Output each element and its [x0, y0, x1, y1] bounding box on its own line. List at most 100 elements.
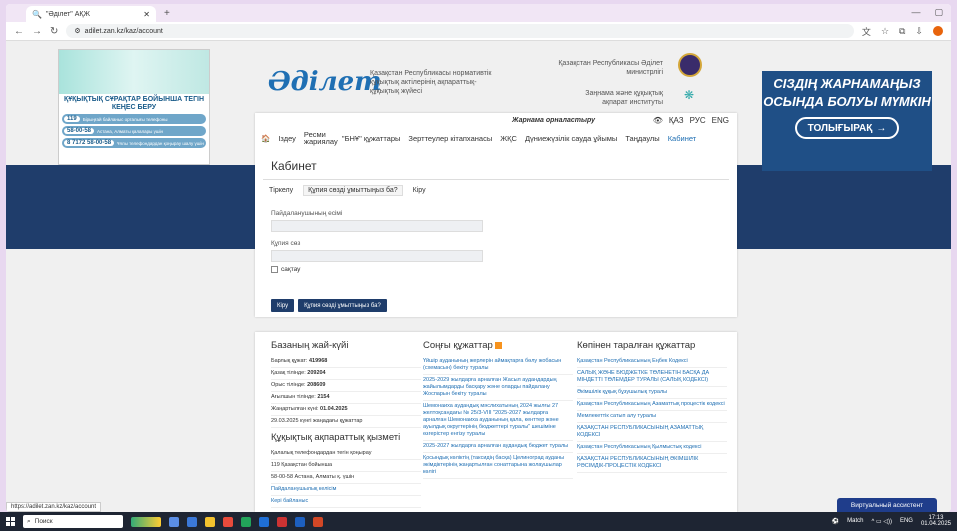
extensions-icon[interactable]: ⧉: [899, 26, 905, 37]
folder-icon[interactable]: [205, 516, 215, 527]
browser-tab[interactable]: 🔍 "Әділет" АҚЖ ✕: [26, 6, 156, 22]
match-icon[interactable]: ⚽: [832, 518, 839, 525]
more-button[interactable]: ТОЛЫҒЫРАҚ →: [795, 117, 899, 139]
taskbar: ⌕ Поиск ⚽ Match ^ ▭ ◁)) ENG 17:13 01.04.20…: [0, 512, 957, 531]
home-icon[interactable]: 🏠: [261, 134, 270, 143]
right-advertisement[interactable]: СІЗДІҢ ЖАРНАМАҢЫЗ ОСЫНДА БОЛУЫ МҮМКІН ТО…: [762, 71, 932, 171]
popular-title: Көпінен таралған құжаттар: [577, 340, 696, 351]
popular-docs-column: Көпінен таралған құжаттар Қазақстан Респ…: [577, 340, 727, 473]
ad-phone: 8 7172 58-00-58: [64, 140, 115, 146]
stat-line: Ағылшын тілінде: 2154: [271, 392, 421, 404]
app-icon[interactable]: [223, 516, 233, 527]
username-input[interactable]: [271, 220, 483, 232]
remember-checkbox[interactable]: сақтау: [271, 266, 300, 273]
doc-link[interactable]: Мемлекеттік сатып алу туралы: [577, 411, 727, 423]
doc-link[interactable]: САЛЫҚ ЖӘНЕ БЮДЖЕТКЕ ТӨЛЕНЕТІН БАСҚА ДА М…: [577, 368, 727, 387]
lang-kz[interactable]: ҚАЗ: [669, 116, 684, 125]
browser-window: 🔍 "Әділет" АҚЖ ✕ + — ▢ ← → ↻ ⚙ adilet.zan…: [6, 4, 951, 512]
doc-link[interactable]: Қосындық көліктің (таксидің басқа) Целин…: [423, 453, 573, 479]
translate-icon[interactable]: 文: [862, 25, 871, 38]
app-icon[interactable]: [259, 516, 269, 527]
input-language[interactable]: ENG: [900, 518, 913, 524]
eye-icon[interactable]: 👁: [653, 116, 663, 125]
login-button[interactable]: Кіру: [271, 299, 295, 312]
doc-link[interactable]: Әкімшілік құқық бұзушылық туралы: [577, 387, 727, 399]
new-tab-button[interactable]: +: [164, 8, 170, 19]
tray-icons[interactable]: ^ ▭ ◁)): [872, 518, 892, 525]
menu-library[interactable]: Зерттеулер кітапханасы: [408, 134, 492, 143]
site-logo[interactable]: Әділет: [268, 67, 382, 97]
profile-avatar[interactable]: [933, 26, 943, 36]
menu-cabinet[interactable]: Кабинет: [668, 134, 697, 143]
menu-zhks[interactable]: ЖҚС: [500, 134, 517, 143]
virtual-assistant-button[interactable]: Виртуальный ассистент: [837, 498, 937, 512]
doc-link[interactable]: Шемонаиха аудандық мәслихатының 2024 жыл…: [423, 401, 573, 441]
menu-bnu[interactable]: "БНҰ" құжаттары: [342, 134, 401, 143]
db-state-title: Базаның жай-күйі: [271, 340, 349, 351]
reload-icon[interactable]: ↻: [50, 26, 58, 37]
menu-search[interactable]: Іздеу: [278, 134, 296, 143]
doc-link[interactable]: ҚАЗАҚСТАН РЕСПУБЛИКАСЫНЫҢ АЗАМАТТЫҚ КОДЕ…: [577, 423, 727, 442]
url-bar[interactable]: ⚙ adilet.zan.kz/kaz/account: [66, 24, 854, 38]
close-icon[interactable]: ✕: [143, 10, 150, 19]
agreement-link[interactable]: Пайдаланушылық келісім: [271, 484, 421, 496]
forward-icon[interactable]: →: [32, 26, 42, 37]
password-label: Құпия сөз: [271, 240, 301, 247]
site-info-icon[interactable]: ⚙: [74, 27, 80, 35]
restore-icon[interactable]: ▢: [934, 7, 943, 18]
ad-phone-text: Бірыңғай байланыс орталығы телефоны: [82, 116, 168, 122]
password-input[interactable]: [271, 250, 483, 262]
checkbox-box[interactable]: [271, 266, 278, 273]
windows-start-icon[interactable]: [6, 517, 15, 526]
doc-link[interactable]: 2025-2029 жылдарға арналған Жасыл ауданд…: [423, 375, 573, 401]
cabinet-card: Жарнама орналастыру 👁 ҚАЗ РУС ENG 🏠 Ізде…: [255, 113, 737, 317]
arrow-right-icon: →: [876, 122, 887, 134]
downloads-icon[interactable]: ⇩: [915, 26, 923, 37]
word-icon[interactable]: [295, 516, 305, 527]
app-icon[interactable]: [187, 516, 197, 527]
task-view-icon[interactable]: [169, 516, 179, 527]
feedback-link[interactable]: Кері байланыс: [271, 496, 421, 508]
clock[interactable]: 17:13 01.04.2025: [921, 515, 951, 527]
address-bar-row: ← → ↻ ⚙ adilet.zan.kz/kaz/account 文 ☆ ⧉ …: [6, 22, 951, 41]
search-icon: ⌕: [27, 517, 31, 525]
tab-login[interactable]: Кіру: [413, 187, 426, 196]
minimize-icon[interactable]: —: [911, 7, 920, 18]
forgot-password-button[interactable]: Құпия сөзді ұмыттыңыз ба?: [298, 299, 387, 312]
page-title: Кабинет: [271, 159, 317, 173]
back-icon[interactable]: ←: [14, 26, 24, 37]
new-docs-link[interactable]: 29.03.2025 күнгі жаңадағы құжаттар: [271, 416, 421, 428]
ad-phone-text: Ұялы телефондардан қоңырау шалу үшін: [117, 140, 204, 146]
search-icon: 🔍: [32, 9, 42, 19]
tab-forgot[interactable]: Құпия сөзді ұмыттыңыз ба?: [303, 185, 403, 196]
service-line: 119 Қазақстан бойынша: [271, 460, 421, 472]
menu-wto[interactable]: Дүниежүзілік сауда ұйымы: [525, 134, 617, 143]
ad-phone-text: Астана, Алматы қалалары үшін: [97, 128, 164, 134]
app-icon[interactable]: [313, 516, 323, 527]
advert-link[interactable]: Жарнама орналастыру: [512, 117, 595, 124]
star-icon[interactable]: ☆: [881, 26, 889, 37]
doc-link[interactable]: Қазақстан Республикасының Еңбек Кодексі: [577, 356, 727, 368]
lang-en[interactable]: ENG: [712, 116, 729, 125]
taskbar-search[interactable]: ⌕ Поиск: [23, 515, 123, 528]
latest-title: Соңғы құжаттар: [423, 340, 573, 351]
language-switch: 👁 ҚАЗ РУС ENG: [653, 116, 729, 125]
left-advertisement[interactable]: ҚҰҚЫҚТЫҚ СҰРАҚТАР БОЙЫНША ТЕГІН КЕҢЕС БЕ…: [58, 49, 210, 165]
doc-link[interactable]: Үйшір ауданының жерлерін аймақтарға бөлу…: [423, 356, 573, 375]
ad-title: ҚҰҚЫҚТЫҚ СҰРАҚТАР БОЙЫНША ТЕГІН КЕҢЕС БЕ…: [63, 96, 205, 111]
doc-link[interactable]: 2025-2027 жылдарға арналған аудандық бюд…: [423, 441, 573, 453]
menu-official[interactable]: Ресми жариялау: [304, 131, 338, 146]
doc-link[interactable]: Қазақстан Республикасының Қылмыстық коде…: [577, 442, 727, 454]
service-title: Құқықтық ақпараттық қызметі: [271, 432, 401, 443]
stat-line: Орыс тілінде: 208609: [271, 380, 421, 392]
chrome-icon[interactable]: [241, 516, 251, 527]
menu-favorites[interactable]: Таңдаулы: [625, 134, 659, 143]
doc-link[interactable]: Қазақстан Республикасының Азаматтық проц…: [577, 399, 727, 411]
main-menu: 🏠 Іздеу Ресми жариялау "БНҰ" құжаттары З…: [261, 131, 697, 146]
rss-icon[interactable]: [494, 341, 502, 349]
widget-icon[interactable]: [131, 516, 161, 527]
tab-register[interactable]: Тіркелу: [269, 187, 293, 196]
app-icon[interactable]: [277, 516, 287, 527]
doc-link[interactable]: ҚАЗАҚСТАН РЕСПУБЛИКАСЫНЫҢ ӘКІМШІЛІК РӘСІ…: [577, 454, 727, 473]
lang-ru[interactable]: РУС: [690, 116, 706, 125]
